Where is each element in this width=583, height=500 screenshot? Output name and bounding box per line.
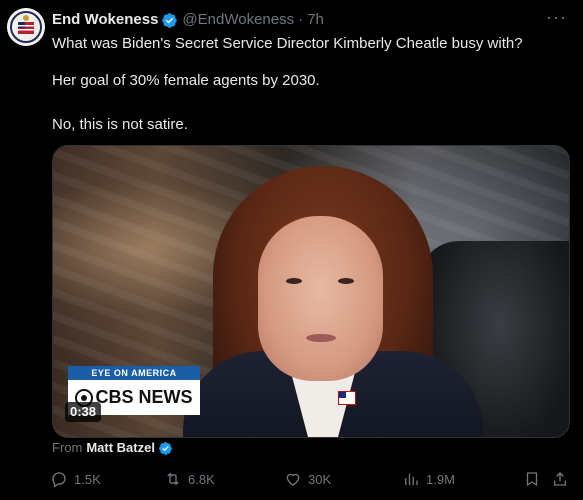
timestamp[interactable]: 7h [307,10,324,30]
video-duration: 0:38 [65,402,102,422]
like-count: 30K [308,471,332,487]
avatar[interactable] [7,8,45,46]
network-label: CBS NEWS [95,387,193,407]
like-button[interactable]: 30K [284,468,331,490]
tweet-header: End Wokeness @EndWokeness · 7h [52,10,569,30]
verified-badge-icon [161,12,178,29]
reply-icon [52,472,66,488]
bookmark-icon [526,472,538,487]
heart-icon [286,473,300,486]
source-prefix: From [52,440,83,455]
tweet-line-3: No, this is not satire. [52,116,188,133]
share-button[interactable] [551,468,569,490]
share-icon [554,472,566,486]
verified-badge-icon [158,441,173,456]
flag-pin-icon [338,391,356,405]
author-name[interactable]: End Wokeness [52,10,158,30]
video-source: From Matt Batzel [52,440,177,456]
reply-button[interactable]: 1.5K [50,468,101,490]
source-author-link[interactable]: Matt Batzel [86,440,155,456]
video-player[interactable]: EYE ON AMERICA CBS NEWS 0:38 [52,145,570,438]
reply-count: 1.5K [74,471,101,487]
more-icon[interactable]: ··· [546,8,567,26]
repost-count: 6.8K [188,471,215,487]
repost-button[interactable]: 6.8K [164,468,215,490]
views-icon [405,473,418,485]
tweet-line-1: What was Biden's Secret Service Director… [52,35,523,52]
views-button[interactable]: 1.9M [402,468,455,490]
action-bar: 1.5K 6.8K 30K 1.9M [48,468,573,490]
bookmark-button[interactable] [523,468,541,490]
video-person-face [258,216,383,381]
author-handle[interactable]: @EndWokeness [182,10,294,30]
view-count: 1.9M [426,471,455,487]
repost-icon [167,472,179,486]
separator-dot: · [298,11,304,28]
eye-on-america-label: EYE ON AMERICA [68,366,200,380]
tweet-line-2: Her goal of 30% female agents by 2030. [52,72,320,89]
